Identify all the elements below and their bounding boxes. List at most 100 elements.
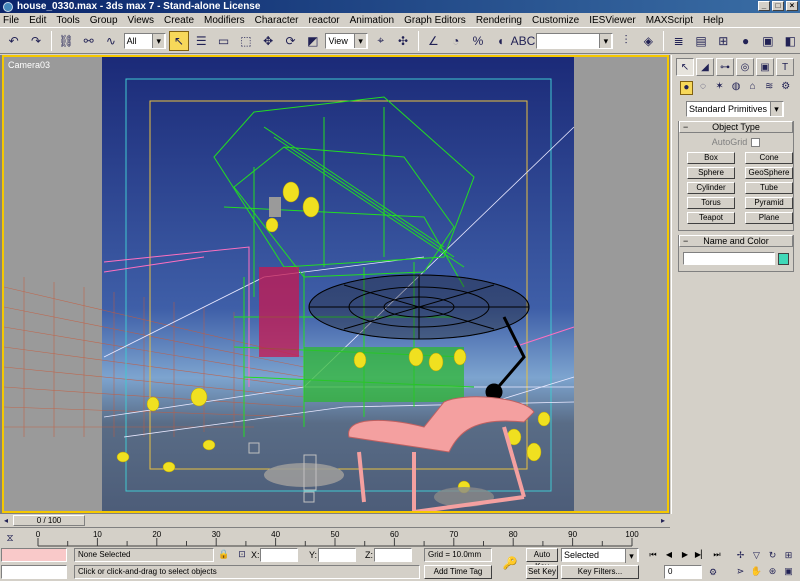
zoom-extents-all-icon[interactable]: ⊞ (781, 548, 796, 562)
maximize-viewport-icon[interactable]: ▣ (781, 564, 796, 578)
space-warps-icon[interactable]: ≋ (763, 81, 776, 95)
menu-edit[interactable]: Edit (29, 15, 46, 26)
curve-editor-icon[interactable]: ▤ (691, 31, 710, 51)
roll-camera-icon[interactable]: ↻ (765, 548, 780, 562)
time-slider-thumb[interactable]: 0 / 100 (13, 515, 85, 526)
schematic-view-icon[interactable]: ⊞ (714, 31, 733, 51)
utilities-tab-icon[interactable]: T (776, 58, 794, 76)
menu-reactor[interactable]: reactor (309, 15, 340, 26)
z-coordinate-field[interactable] (374, 548, 412, 562)
snaps-toggle-icon[interactable]: ∠ (424, 31, 443, 51)
edit-named-selection-icon[interactable]: ABC (511, 31, 536, 51)
orbit-camera-icon[interactable]: ⊛ (765, 564, 780, 578)
next-frame-icon[interactable]: ▶▏ (694, 548, 708, 561)
selection-filter-dropdown[interactable]: All (123, 32, 167, 49)
track-bar[interactable]: 0 10 20 30 40 50 60 70 80 90 100 ⧖ (0, 527, 670, 547)
redo-icon[interactable]: ↷ (26, 31, 45, 51)
motion-tab-icon[interactable]: ◎ (736, 58, 754, 76)
truck-camera-icon[interactable]: ✋ (749, 564, 764, 578)
select-scale-icon[interactable]: ◩ (303, 31, 322, 51)
systems-icon[interactable]: ⚙ (779, 81, 792, 95)
pyramid-button[interactable]: Pyramid (745, 197, 793, 209)
geosphere-button[interactable]: GeoSphere (745, 167, 793, 179)
unlink-icon[interactable]: ⚯ (79, 31, 98, 51)
plane-button[interactable]: Plane (745, 212, 793, 224)
lock-selection-icon[interactable]: 🔒 (217, 547, 231, 561)
angle-snap-icon[interactable]: ◔ (446, 31, 465, 51)
app-icon[interactable] (3, 1, 13, 12)
menu-create[interactable]: Create (164, 15, 194, 26)
minimize-button[interactable]: _ (758, 1, 770, 11)
align-icon[interactable]: ◈ (639, 31, 658, 51)
auto-key-button[interactable]: Auto Key (526, 548, 558, 571)
absolute-mode-icon[interactable]: ⊡ (235, 547, 249, 561)
select-move-icon[interactable]: ✥ (259, 31, 278, 51)
select-object-icon[interactable]: ↖ (169, 30, 189, 51)
menu-animation[interactable]: Animation (350, 15, 394, 26)
cameras-icon[interactable]: ◍ (730, 81, 743, 95)
current-frame-field[interactable]: 0 (664, 565, 702, 579)
menu-views[interactable]: Views (128, 15, 155, 26)
menu-tools[interactable]: Tools (56, 15, 79, 26)
maxscript-listener[interactable] (1, 548, 67, 562)
shapes-icon[interactable]: ◌ (697, 81, 710, 95)
time-config-icon[interactable]: ◂ (0, 514, 12, 526)
spinner-snap-icon[interactable]: ◖ (491, 31, 510, 51)
menu-iesviewer[interactable]: IESViewer (589, 15, 636, 26)
layer-manager-icon[interactable]: ≣ (669, 31, 688, 51)
menu-file[interactable]: File (3, 15, 19, 26)
object-name-input[interactable] (683, 252, 775, 265)
select-manipulate-icon[interactable]: ✣ (393, 31, 412, 51)
object-type-rollout-header[interactable]: − Object Type (679, 121, 793, 133)
select-by-name-icon[interactable]: ☰ (192, 31, 211, 51)
teapot-button[interactable]: Teapot (687, 212, 735, 224)
play-icon[interactable]: ▶ (678, 548, 692, 561)
field-of-view-icon[interactable]: ⋗ (733, 564, 748, 578)
modify-tab-icon[interactable]: ◢ (696, 58, 714, 76)
cylinder-button[interactable]: Cylinder (687, 182, 735, 194)
helpers-icon[interactable]: ⌂ (746, 81, 759, 95)
box-button[interactable]: Box (687, 152, 735, 164)
menu-graph-editors[interactable]: Graph Editors (404, 15, 466, 26)
quick-render-icon[interactable]: ◧ (781, 31, 800, 51)
named-selection-sets-dropdown[interactable] (535, 32, 614, 49)
menu-rendering[interactable]: Rendering (476, 15, 522, 26)
mirror-icon[interactable]: ⫶ (616, 31, 635, 51)
key-filters-button[interactable]: Key Filters... (561, 565, 639, 579)
open-mini-curve-editor-icon[interactable]: ⧖ (2, 531, 18, 545)
percent-snap-icon[interactable]: % (468, 31, 487, 51)
time-slider-track[interactable]: ◂ 0 / 100 ▸ (0, 514, 670, 527)
object-color-swatch[interactable] (778, 252, 789, 265)
hierarchy-tab-icon[interactable]: ⊶ (716, 58, 734, 76)
menu-modifiers[interactable]: Modifiers (204, 15, 245, 26)
window-crossing-icon[interactable]: ⬚ (236, 31, 255, 51)
lights-icon[interactable]: ✶ (713, 81, 726, 95)
pivot-center-icon[interactable]: ⌖ (371, 31, 390, 51)
primitive-category-dropdown[interactable]: Standard Primitives (686, 101, 784, 117)
maximize-button[interactable]: □ (772, 1, 784, 11)
key-icon[interactable]: 🔑 (500, 553, 520, 573)
close-button[interactable]: × (786, 1, 798, 11)
cone-button[interactable]: Cone (745, 152, 793, 164)
camera-viewport[interactable]: Camera03 (2, 55, 669, 513)
set-key-button[interactable]: Set Key (526, 565, 558, 579)
previous-frame-icon[interactable]: ◀ (662, 548, 676, 561)
menu-group[interactable]: Group (90, 15, 118, 26)
viewport-label[interactable]: Camera03 (8, 60, 50, 70)
perspective-icon[interactable]: ▽ (749, 548, 764, 562)
x-coordinate-field[interactable] (260, 548, 298, 562)
go-to-end-icon[interactable]: ⏭ (710, 548, 724, 561)
autogrid-checkbox[interactable] (751, 137, 761, 147)
y-coordinate-field[interactable] (318, 548, 356, 562)
go-to-start-icon[interactable]: ⏮ (646, 548, 660, 561)
selection-region-icon[interactable]: ▭ (214, 31, 233, 51)
torus-button[interactable]: Torus (687, 197, 735, 209)
key-mode-dropdown[interactable]: Selected (561, 548, 639, 563)
render-scene-icon[interactable]: ▣ (758, 31, 777, 51)
tube-button[interactable]: Tube (745, 182, 793, 194)
menu-maxscript[interactable]: MAXScript (646, 15, 693, 26)
next-frame-icon[interactable]: ▸ (657, 514, 669, 526)
display-tab-icon[interactable]: ▣ (756, 58, 774, 76)
geometry-icon[interactable]: ● (680, 81, 693, 95)
menu-character[interactable]: Character (255, 15, 299, 26)
